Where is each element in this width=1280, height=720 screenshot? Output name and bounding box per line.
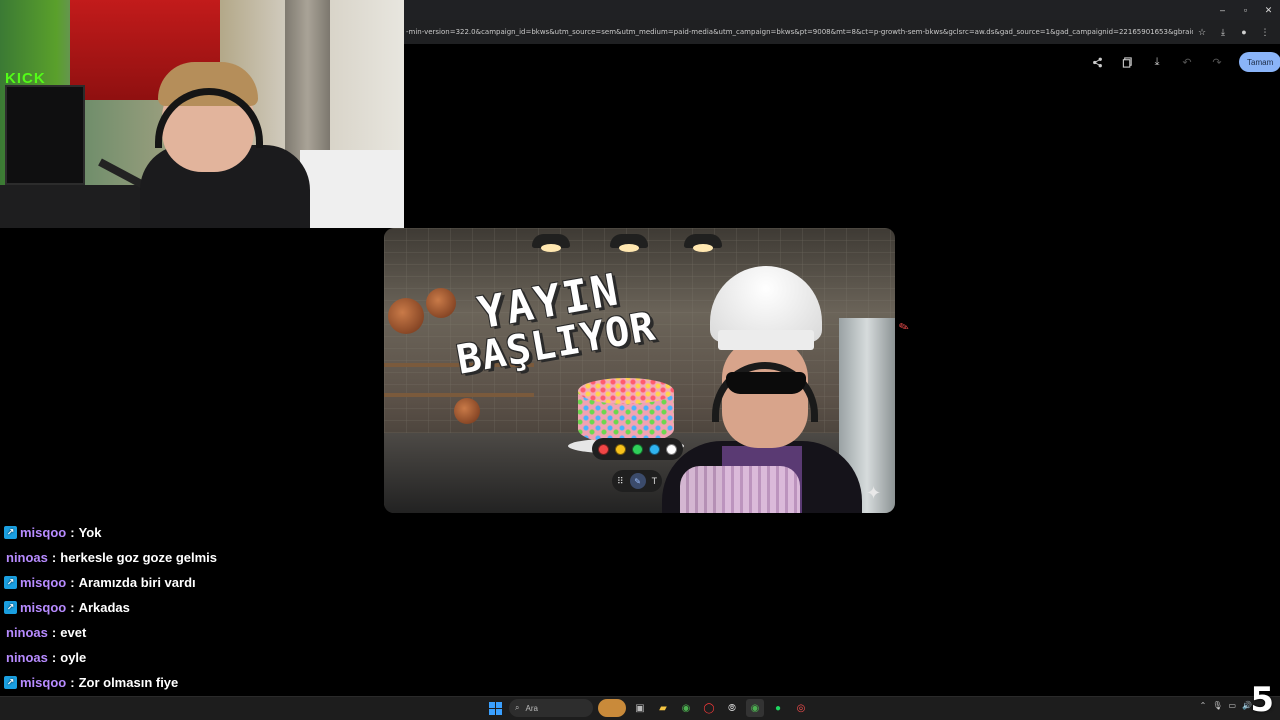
subscriber-badge-icon: ↗ (4, 676, 17, 689)
download-icon[interactable]: ⤓ (1145, 50, 1169, 74)
spotify-icon[interactable]: ● (769, 699, 787, 717)
text-tool-button[interactable]: T (652, 476, 658, 486)
search-icon: ⌕ (515, 703, 520, 712)
chat-message: ninoas: herkesle goz goze gelmis (0, 545, 360, 570)
chat-separator: : (51, 650, 57, 665)
webcam-feed: KICK (0, 0, 404, 228)
editor-toolbar: ⤓ ↶ ↷ Tamam (1085, 50, 1280, 74)
bed (300, 150, 404, 228)
taskbar-center: ⌕ Ara ▣ ▰ ◉ ◯ ⦾ ◉ ● ◎ (486, 699, 810, 717)
subscriber-badge-icon: ↗ (4, 576, 17, 589)
chat-separator: : (70, 525, 75, 540)
color-swatch-blue[interactable] (649, 443, 660, 455)
url-text[interactable]: -min-version=322.0&campaign_id=bkws&utm_… (404, 28, 1193, 36)
obs-icon[interactable]: ⦾ (723, 699, 741, 717)
share-icon[interactable] (1085, 50, 1109, 74)
chat-separator: : (51, 625, 57, 640)
undo-icon[interactable]: ↶ (1175, 50, 1199, 74)
color-swatch-red[interactable] (598, 443, 609, 455)
chat-username[interactable]: misqoo (20, 600, 66, 615)
shelf (384, 393, 534, 397)
file-explorer-icon[interactable]: ▰ (654, 699, 672, 717)
sparkle-icon[interactable]: ✦ (866, 483, 881, 504)
taskbar: ⌕ Ara ▣ ▰ ◉ ◯ ⦾ ◉ ● ◎ ⌃ 🎙 ▭ 🔊 (0, 696, 1280, 720)
chef-figure (662, 266, 862, 513)
opera-icon[interactable]: ◯ (700, 699, 718, 717)
browser-titlebar: – ▫ ✕ (404, 0, 1280, 20)
menu-icon[interactable]: ⋮ (1256, 23, 1274, 41)
copper-pot (454, 398, 480, 424)
redo-icon[interactable]: ↷ (1205, 50, 1229, 74)
color-swatch-green[interactable] (632, 443, 643, 455)
task-view-icon[interactable]: ▣ (631, 699, 649, 717)
chat-username[interactable]: misqoo (20, 575, 66, 590)
chat-message-text: Zor olmasın fiye (78, 675, 179, 690)
pendant-lamp (532, 234, 570, 252)
chat-username[interactable]: ninoas (6, 650, 48, 665)
chat-message: ninoas: evet (0, 620, 360, 645)
close-button[interactable]: ✕ (1257, 0, 1280, 20)
microphone-icon[interactable]: 🎙 (1212, 701, 1222, 710)
chat-overlay: ↗ misqoo: Yok ninoas: herkesle goz goze gelm… (0, 520, 360, 720)
chat-message: ↗ misqoo: Aramızda biri vardı (0, 570, 360, 595)
chat-message-text: Arkadas (78, 600, 130, 615)
color-swatch-yellow[interactable] (615, 443, 626, 455)
color-swatch-white[interactable] (666, 443, 677, 455)
window-controls: – ▫ ✕ (1211, 0, 1280, 20)
chat-username[interactable]: ninoas (6, 550, 48, 565)
food-widget-icon[interactable] (598, 699, 626, 717)
sunglasses (726, 372, 806, 394)
pendant-lamp (610, 234, 648, 252)
chat-message-text: oyle (60, 650, 87, 665)
download-icon[interactable]: ⤓ (1214, 23, 1232, 41)
tool-picker: ⠿ ✎ T (612, 470, 663, 492)
subscriber-badge-icon: ↗ (4, 601, 17, 614)
system-tray: ⌃ 🎙 ▭ 🔊 (1200, 701, 1252, 710)
chat-message: ↗ misqoo: Arkadas (0, 595, 360, 620)
subscriber-badge-icon: ↗ (4, 526, 17, 539)
minimize-button[interactable]: – (1211, 0, 1234, 20)
pendant-lamp (684, 234, 722, 252)
tray-chevron-icon[interactable]: ⌃ (1200, 701, 1207, 710)
chat-separator: : (70, 675, 75, 690)
copper-pot (388, 298, 424, 334)
chat-message: ↗ misqoo: Zor olmasın fiye (0, 670, 360, 695)
address-bar-icons: ☆ ⤓ ● ⋮ (1193, 23, 1280, 41)
chat-message-text: Aramızda biri vardı (78, 575, 196, 590)
apron (680, 466, 800, 513)
monitor (5, 85, 85, 185)
overlay-number: 5 (1250, 680, 1274, 720)
app-icon[interactable]: ◎ (792, 699, 810, 717)
chrome-icon[interactable]: ◉ (677, 699, 695, 717)
profile-icon[interactable]: ● (1235, 23, 1253, 41)
chat-message: ↗ misqoo: Yok (0, 520, 360, 545)
drag-handle-icon[interactable]: ⠿ (617, 476, 624, 487)
pen-tool-icon[interactable]: ✎ (629, 473, 646, 489)
copy-icon[interactable] (1115, 50, 1139, 74)
pen-cursor-icon: ✎ (896, 318, 912, 336)
kick-logo: KICK (5, 70, 46, 87)
taskbar-search-label: Ara (525, 703, 538, 713)
windows-start-icon[interactable] (486, 699, 504, 717)
taskbar-search[interactable]: ⌕ Ara (509, 699, 593, 717)
chat-username[interactable]: ninoas (6, 625, 48, 640)
chrome-active-icon[interactable]: ◉ (746, 699, 764, 717)
chef-hat-band (718, 330, 814, 350)
cake-top (578, 378, 674, 404)
network-icon[interactable]: ▭ (1228, 701, 1236, 710)
chat-message-text: evet (60, 625, 87, 640)
chat-username[interactable]: misqoo (20, 525, 66, 540)
chat-message: ninoas: oyle (0, 645, 360, 670)
chat-message-text: herkesle goz goze gelmis (60, 550, 218, 565)
chat-separator: : (70, 600, 75, 615)
bookmark-star-icon[interactable]: ☆ (1193, 23, 1211, 41)
chat-separator: : (51, 550, 57, 565)
chat-username[interactable]: misqoo (20, 675, 66, 690)
maximize-button[interactable]: ▫ (1234, 0, 1257, 20)
chat-message-text: Yok (78, 525, 102, 540)
color-picker (592, 438, 683, 460)
chat-separator: : (70, 575, 75, 590)
done-button[interactable]: Tamam (1239, 52, 1280, 72)
address-bar[interactable]: -min-version=322.0&campaign_id=bkws&utm_… (404, 20, 1280, 44)
